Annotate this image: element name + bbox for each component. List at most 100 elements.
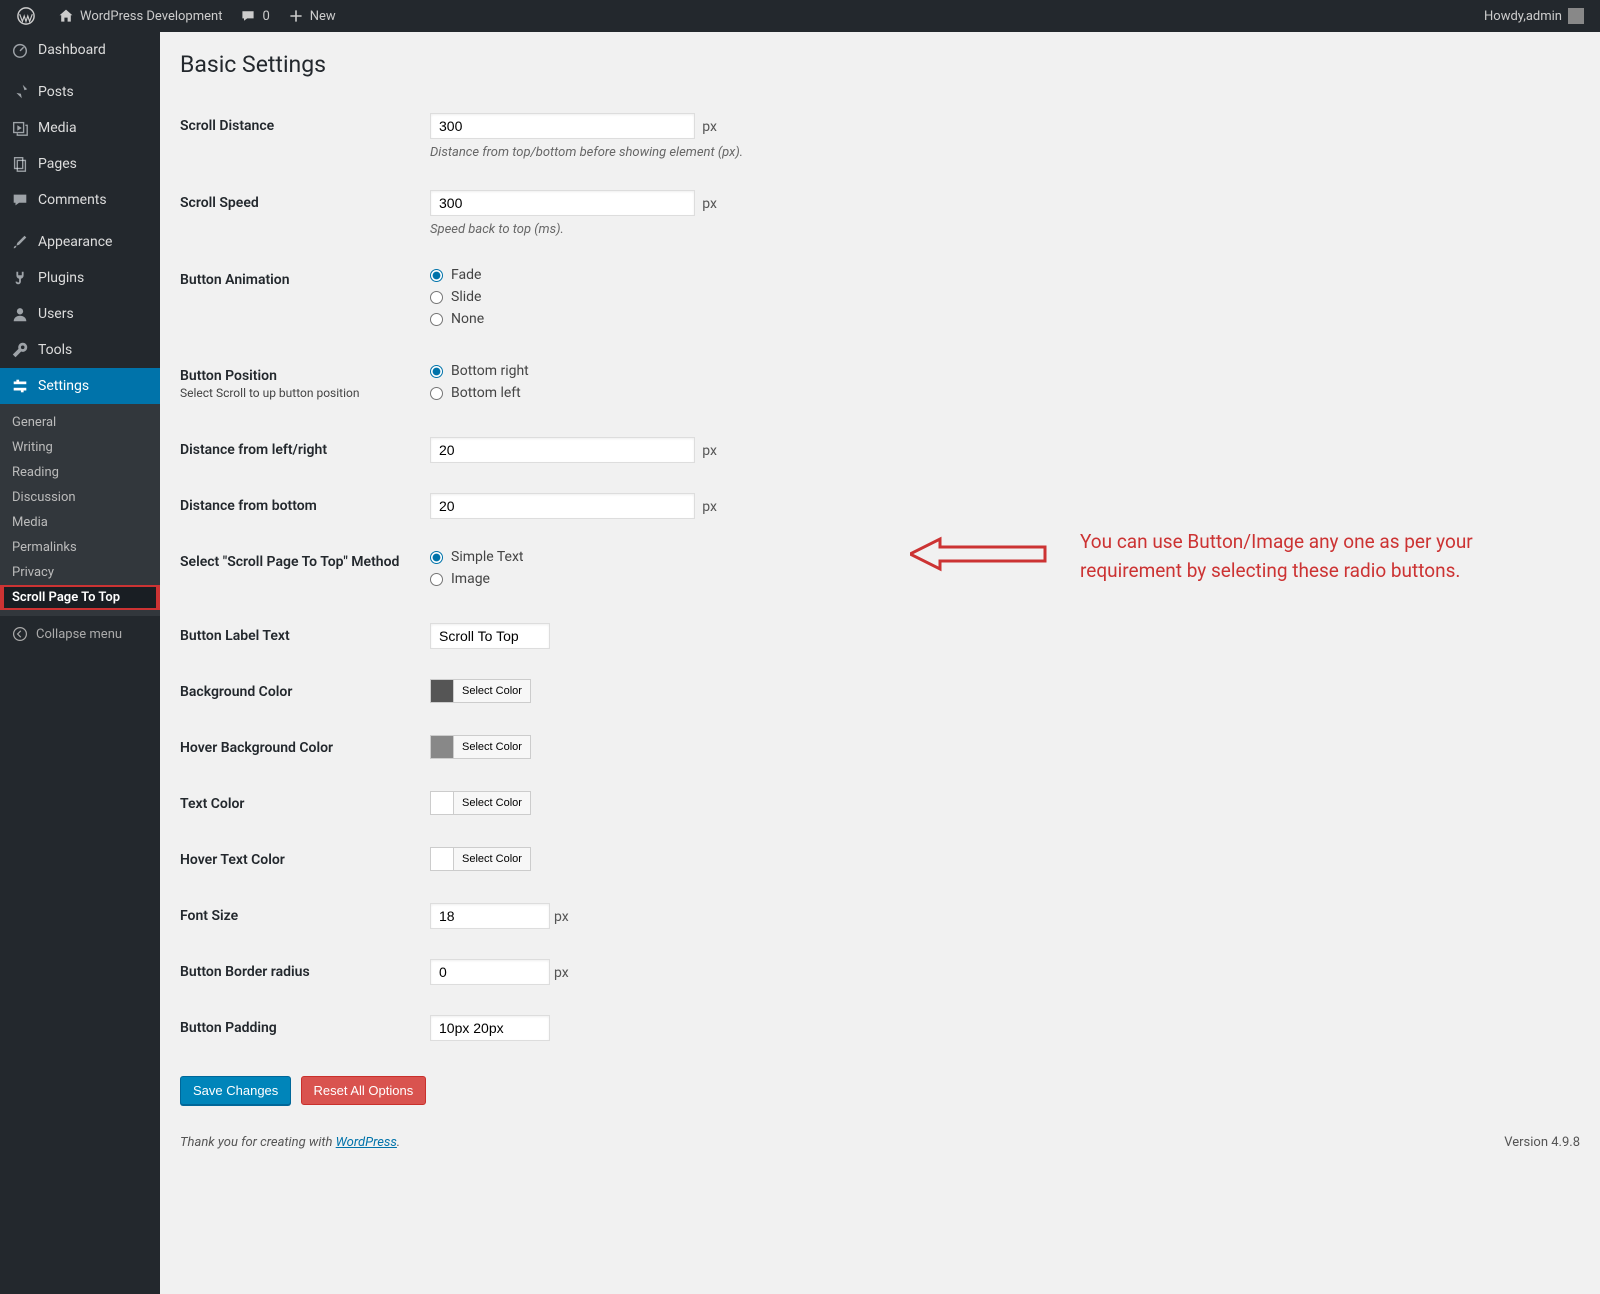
bg-color-button[interactable]: Select Color: [454, 679, 531, 703]
animation-slide-radio[interactable]: [430, 291, 443, 304]
sidebar-item-appearance[interactable]: Appearance: [0, 224, 160, 260]
sidebar-item-label: Posts: [38, 84, 74, 100]
plug-icon: [10, 268, 30, 288]
footer-thank-suffix: .: [397, 1135, 400, 1150]
animation-none-radio[interactable]: [430, 313, 443, 326]
sidebar-item-comments[interactable]: Comments: [0, 182, 160, 218]
home-icon: [56, 6, 76, 26]
comments-item[interactable]: 0: [230, 0, 277, 32]
border-radius-label: Button Border radius: [180, 944, 420, 1000]
collapse-menu[interactable]: Collapse menu: [0, 616, 160, 652]
text-color-swatch[interactable]: [430, 791, 454, 815]
sidebar-item-users[interactable]: Users: [0, 296, 160, 332]
button-label-text-input[interactable]: [430, 623, 550, 649]
sidebar-item-media[interactable]: Media: [0, 110, 160, 146]
distance-lr-input[interactable]: [430, 437, 695, 463]
distance-lr-label: Distance from left/right: [180, 422, 420, 478]
bg-color-label: Background Color: [180, 664, 420, 720]
footer-thank-prefix: Thank you for creating with: [180, 1135, 336, 1150]
sidebar-item-tools[interactable]: Tools: [0, 332, 160, 368]
admin-sidebar: DashboardPostsMediaPagesCommentsAppearan…: [0, 32, 160, 1294]
submenu-item-general[interactable]: General: [0, 410, 160, 435]
wp-logo-item[interactable]: [8, 0, 48, 32]
position-left-radio[interactable]: [430, 387, 443, 400]
method-label: Select "Scroll Page To Top" Method: [180, 534, 420, 608]
sidebar-item-posts[interactable]: Posts: [0, 74, 160, 110]
padding-input[interactable]: [430, 1015, 550, 1041]
sidebar-item-label: Appearance: [38, 234, 112, 250]
button-animation-label: Button Animation: [180, 252, 420, 348]
brush-icon: [10, 232, 30, 252]
method-text-radio[interactable]: [430, 551, 443, 564]
sidebar-item-label: Settings: [38, 378, 89, 394]
scroll-speed-unit: px: [702, 196, 717, 212]
font-size-label: Font Size: [180, 888, 420, 944]
animation-fade-radio[interactable]: [430, 269, 443, 282]
scroll-speed-label: Scroll Speed: [180, 175, 420, 252]
font-size-unit: px: [554, 909, 569, 925]
button-position-sublabel: Select Scroll to up button position: [180, 386, 410, 400]
submenu-item-permalinks[interactable]: Permalinks: [0, 535, 160, 560]
distance-bottom-label: Distance from bottom: [180, 478, 420, 534]
sidebar-item-label: Plugins: [38, 270, 84, 286]
admin-footer: Thank you for creating with WordPress. V…: [180, 1135, 1580, 1150]
hover-text-color-label: Hover Text Color: [180, 832, 420, 888]
plus-icon: [286, 6, 306, 26]
howdy-user: admin: [1526, 9, 1562, 24]
scroll-distance-input[interactable]: [430, 113, 695, 139]
comment-icon: [10, 190, 30, 210]
method-image-radio[interactable]: [430, 573, 443, 586]
submenu-item-reading[interactable]: Reading: [0, 460, 160, 485]
scroll-speed-desc: Speed back to top (ms).: [430, 222, 1570, 237]
submenu-item-writing[interactable]: Writing: [0, 435, 160, 460]
position-right-radio[interactable]: [430, 365, 443, 378]
sidebar-item-label: Users: [38, 306, 74, 322]
collapse-icon: [10, 624, 30, 644]
avatar: [1568, 8, 1584, 24]
position-right-row[interactable]: Bottom right: [430, 363, 1570, 379]
howdy-item[interactable]: Howdy, admin: [1476, 0, 1592, 32]
submenu-item-discussion[interactable]: Discussion: [0, 485, 160, 510]
settings-submenu: GeneralWritingReadingDiscussionMediaPerm…: [0, 404, 160, 616]
collapse-label: Collapse menu: [36, 627, 122, 642]
submenu-item-privacy[interactable]: Privacy: [0, 560, 160, 585]
animation-none-row[interactable]: None: [430, 311, 1570, 327]
animation-fade-row[interactable]: Fade: [430, 267, 1570, 283]
settings-form: Scroll Distance px Distance from top/bot…: [180, 98, 1580, 1056]
text-color-button[interactable]: Select Color: [454, 791, 531, 815]
footer-wp-link[interactable]: WordPress: [336, 1135, 397, 1150]
media-icon: [10, 118, 30, 138]
sidebar-item-settings[interactable]: Settings: [0, 368, 160, 404]
submenu-item-media[interactable]: Media: [0, 510, 160, 535]
hover-text-color-button[interactable]: Select Color: [454, 847, 531, 871]
sidebar-item-label: Dashboard: [38, 42, 106, 58]
button-label-text-label: Button Label Text: [180, 608, 420, 664]
sidebar-item-plugins[interactable]: Plugins: [0, 260, 160, 296]
distance-bottom-input[interactable]: [430, 493, 695, 519]
sidebar-item-label: Tools: [38, 342, 72, 358]
distance-bottom-unit: px: [702, 499, 717, 515]
hover-bg-color-button[interactable]: Select Color: [454, 735, 531, 759]
sidebar-item-dashboard[interactable]: Dashboard: [0, 32, 160, 68]
page-title: Basic Settings: [180, 42, 1580, 98]
animation-slide-row[interactable]: Slide: [430, 289, 1570, 305]
scroll-distance-desc: Distance from top/bottom before showing …: [430, 145, 1570, 160]
scroll-distance-label: Scroll Distance: [180, 98, 420, 175]
comments-count: 0: [262, 9, 269, 24]
font-size-input[interactable]: [430, 903, 550, 929]
submenu-item-scroll-page-to-top[interactable]: Scroll Page To Top: [0, 585, 160, 610]
annotation-arrow-icon: [910, 534, 1050, 574]
save-button[interactable]: Save Changes: [180, 1076, 291, 1105]
scroll-speed-input[interactable]: [430, 190, 695, 216]
hover-bg-color-swatch[interactable]: [430, 735, 454, 759]
border-radius-input[interactable]: [430, 959, 550, 985]
pin-icon: [10, 82, 30, 102]
padding-label: Button Padding: [180, 1000, 420, 1056]
hover-text-color-swatch[interactable]: [430, 847, 454, 871]
sidebar-item-pages[interactable]: Pages: [0, 146, 160, 182]
new-item[interactable]: New: [278, 0, 344, 32]
reset-button[interactable]: Reset All Options: [301, 1076, 427, 1105]
bg-color-swatch[interactable]: [430, 679, 454, 703]
site-name-item[interactable]: WordPress Development: [48, 0, 230, 32]
position-left-row[interactable]: Bottom left: [430, 385, 1570, 401]
